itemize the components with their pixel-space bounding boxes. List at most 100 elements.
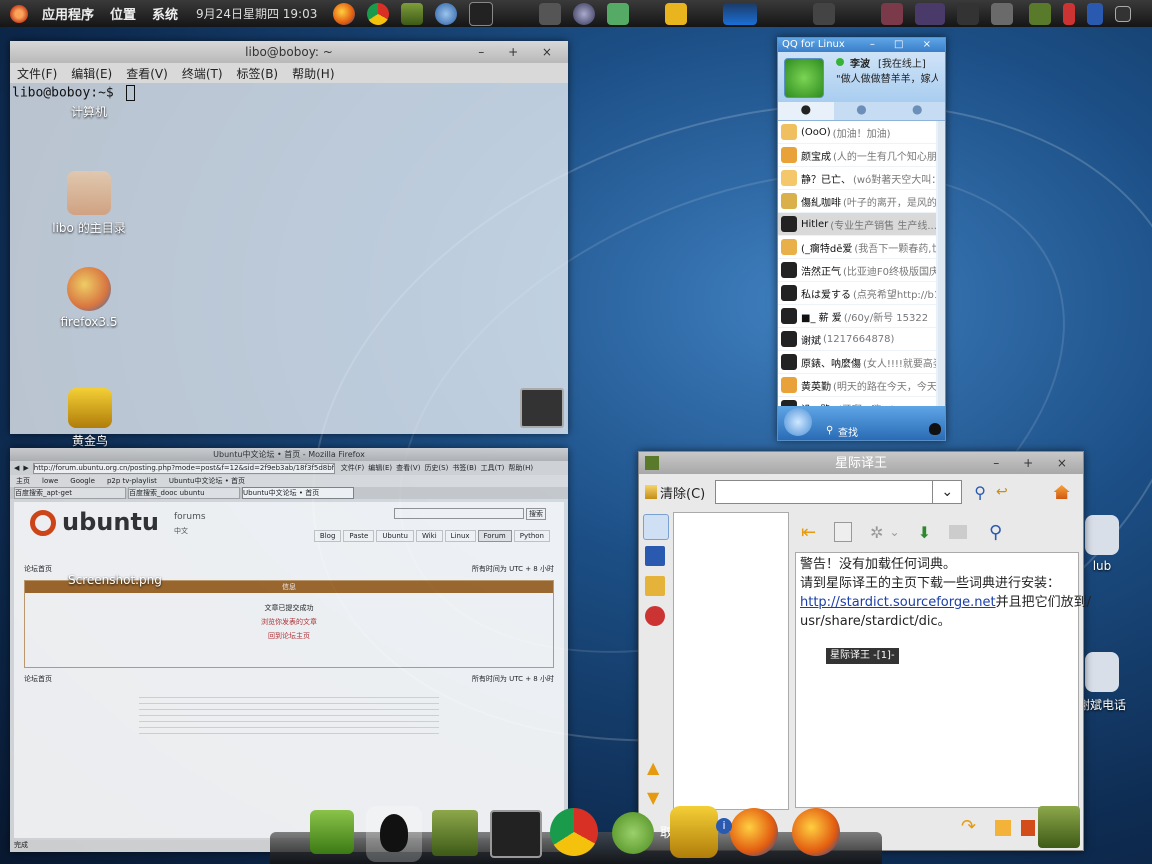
tab[interactable]: 百度搜索_apt-get — [14, 487, 126, 499]
desktop-icon-home[interactable]: libo 的主目录 — [44, 171, 134, 236]
word-list[interactable] — [673, 512, 789, 810]
tree-dict-icon[interactable] — [645, 576, 665, 596]
qq-contact-row[interactable]: (_瘸特dē爱 (我吾下一颗春药,世 — [778, 236, 936, 259]
tab[interactable]: 百度搜索_dooc ubuntu — [128, 487, 240, 499]
info-link[interactable]: 浏览你发表的文章 — [25, 615, 553, 629]
qq-contact-row[interactable]: 颜宝成 (人的一生有几个知心朋友 — [778, 144, 936, 167]
bookmark-item[interactable]: p2p tv-playlist — [107, 477, 157, 485]
qq-user-signature[interactable]: "做人做做替羊羊，嫁人 — [836, 70, 938, 85]
desktop-icon-firefox[interactable]: firefox3.5 — [44, 267, 134, 329]
qq-main-menu-icon[interactable] — [784, 408, 812, 436]
fulltext-icon[interactable] — [645, 606, 665, 626]
desktop-icon-goldbird[interactable]: 黄金鸟 — [45, 388, 135, 449]
menu-tools[interactable]: 工具(T) — [481, 463, 505, 473]
dock-info-icon[interactable]: i — [716, 818, 732, 834]
search-input[interactable] — [715, 480, 934, 504]
dock-player-icon[interactable] — [612, 812, 654, 854]
nav-tab-active[interactable]: Forum — [477, 530, 512, 542]
menu-terminal[interactable]: 终端(T) — [175, 65, 230, 82]
goldbird-icon[interactable] — [665, 2, 688, 25]
qq-avatar[interactable] — [784, 58, 824, 98]
plugins-dropdown-icon[interactable]: ⌄ — [890, 525, 900, 539]
find-icon[interactable]: ⚲ — [989, 522, 1002, 543]
qq-contact-row[interactable]: 私は爱する (点亮希望http://b1 — [778, 282, 936, 305]
menu-tabs[interactable]: 标签(B) — [230, 65, 286, 82]
chrome-launcher-icon[interactable] — [367, 2, 390, 25]
tray-icon-1[interactable] — [539, 2, 562, 25]
bookmark-item[interactable]: 主页 — [16, 476, 30, 486]
menu-places[interactable]: 位置 — [102, 4, 144, 23]
menu-history[interactable]: 历史(S) — [424, 463, 448, 473]
qq-search-label[interactable]: 查找 — [838, 424, 858, 439]
volume-icon[interactable] — [813, 2, 836, 25]
tray-icon-3[interactable] — [607, 2, 630, 25]
up-arrow-icon[interactable]: ▲ — [647, 758, 659, 777]
quit-icon[interactable] — [1021, 820, 1035, 836]
terminal-titlebar[interactable]: libo@boboy: ~ – + × — [10, 41, 568, 63]
stardict-homepage-link[interactable]: http://stardict.sourceforge.net — [800, 595, 996, 610]
qq-penguin-icon[interactable] — [929, 423, 941, 435]
tab-contacts[interactable]: ● — [778, 102, 834, 120]
qq-contact-row[interactable]: (OoO) (加油！加油) — [778, 121, 936, 144]
trash-icon[interactable] — [991, 2, 1014, 25]
nav-tab[interactable]: Wiki — [415, 530, 443, 542]
bookmark-item[interactable]: Google — [70, 477, 95, 485]
qq-contact-row[interactable]: Hitler (专业生产销售 生产线... — [778, 213, 936, 236]
desktop-icon-screenshot[interactable]: Screenshot.png — [68, 573, 162, 587]
board-index-link[interactable]: 论坛首页 — [24, 564, 52, 574]
result-list-icon[interactable] — [645, 546, 665, 566]
desktop-icon-computer[interactable]: 计算机 — [44, 79, 134, 120]
dock-firefox2-icon[interactable] — [792, 808, 840, 856]
qq-contact-row[interactable]: 傷糺咖啡(叶子的离开，是风的？ — [778, 190, 936, 213]
nav-tab[interactable]: Python — [513, 530, 550, 542]
window-controls[interactable]: – + × — [993, 452, 1077, 474]
board-index-link[interactable]: 论坛首页 — [24, 674, 52, 684]
terminal-content[interactable]: libo@boboy:~$ 计算机 libo 的主目录 firefox3.5 — [10, 83, 568, 434]
clear-button[interactable]: 清除(C) — [645, 483, 705, 502]
qq-contact-row[interactable]: 黄英勤 (明天的路在今天，今天的 — [778, 374, 936, 397]
menu-system[interactable]: 系统 — [144, 4, 186, 23]
download-icon[interactable]: ⬇ — [918, 523, 931, 542]
url-bar[interactable]: http://forum.ubuntu.org.cn/posting.php?m… — [32, 462, 335, 474]
back-icon[interactable]: ◀ — [14, 464, 19, 472]
copy-icon[interactable] — [834, 522, 853, 542]
tray-icon-4[interactable] — [881, 2, 904, 25]
menu-applications[interactable]: 应用程序 — [34, 4, 102, 23]
qq-contact-row[interactable]: ■_ 薪 爱 (/60y/新号 15322 — [778, 305, 936, 328]
window-controls[interactable]: – □ × — [870, 38, 939, 52]
tab-recent[interactable]: ● — [889, 102, 945, 120]
bookmark-item[interactable]: lowe — [42, 477, 58, 485]
tab-groups[interactable]: ● — [834, 102, 890, 120]
stardict-launcher-icon[interactable] — [401, 2, 424, 25]
dock-stardict-icon[interactable] — [432, 810, 478, 856]
thunderbird-launcher-icon[interactable] — [435, 2, 458, 25]
nav-tab[interactable]: Blog — [313, 530, 342, 542]
back-icon[interactable]: ↩ — [996, 484, 1008, 500]
qq-scrollbar[interactable] — [938, 121, 945, 407]
qq-contact-row[interactable]: 谢斌 (1217664878) — [778, 328, 936, 351]
nav-tab[interactable]: Linux — [444, 530, 476, 542]
forum-search-button[interactable]: 搜索 — [526, 508, 546, 520]
menu-edit[interactable]: 编辑(E) — [368, 463, 392, 473]
qq-search-icon[interactable]: ⚲ — [826, 425, 833, 436]
print-icon[interactable] — [948, 525, 967, 539]
plugins-icon[interactable]: ✲ — [870, 523, 883, 542]
online-status-icon[interactable] — [836, 58, 844, 66]
next-icon[interactable]: ↷ — [961, 816, 976, 837]
forward-icon[interactable]: ▶ — [23, 464, 28, 472]
search-icon[interactable]: ⚲ — [974, 483, 986, 502]
tray-icon-6[interactable] — [1063, 2, 1076, 25]
down-arrow-icon[interactable]: ▼ — [647, 788, 659, 807]
menu-file[interactable]: 文件(F) — [341, 463, 365, 473]
wizard-icon[interactable] — [643, 514, 669, 540]
qq-contact-row[interactable]: 静？已亡、(wó對著天空大叫：... — [778, 167, 936, 190]
info-link[interactable]: 回到论坛主页 — [25, 629, 553, 643]
firefox-titlebar[interactable]: Ubuntu中文论坛 • 首页 - Mozilla Firefox — [10, 448, 568, 461]
home-icon[interactable] — [1053, 485, 1070, 499]
firefox-launcher-icon[interactable] — [333, 2, 356, 25]
pronounce-icon[interactable] — [995, 820, 1011, 836]
dock-goldbird-icon[interactable] — [670, 806, 718, 858]
info-icon[interactable] — [1087, 2, 1104, 25]
qq-contact-row[interactable]: 原錶、呐麼傷 (女人!!!!就要高姿 — [778, 351, 936, 374]
menu-help[interactable]: 帮助(H) — [508, 463, 533, 473]
